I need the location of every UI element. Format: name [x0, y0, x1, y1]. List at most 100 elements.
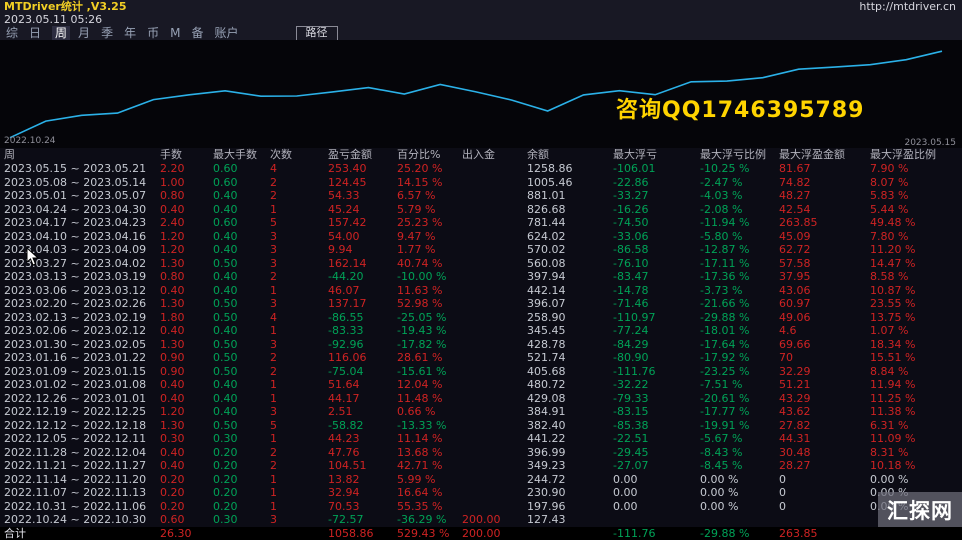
table-row[interactable]: 2022.11.07 ~ 2022.11.130.200.20132.9416.… [0, 486, 962, 500]
menu-item[interactable]: 周 [52, 26, 70, 40]
table-row[interactable]: 2022.10.24 ~ 2022.10.300.600.303-72.57-3… [0, 513, 962, 527]
menu-item[interactable]: M [170, 26, 180, 40]
max-float-profit: 28.27 [779, 459, 870, 473]
pnl: 32.94 [328, 486, 397, 500]
pct: 14.15 % [397, 176, 462, 190]
deposit-withdraw [462, 284, 527, 298]
menu-item[interactable]: 日 [29, 26, 41, 40]
chart-start-date-label: 2022.10.24 [4, 136, 56, 146]
max-lots: 0.20 [213, 500, 270, 514]
max-float-loss: -32.22 [613, 378, 700, 392]
max-float-loss-pct: -4.03 % [700, 189, 779, 203]
week: 2022.12.19 ~ 2022.12.25 [0, 405, 160, 419]
max-float-loss: -33.27 [613, 189, 700, 203]
menu-item[interactable]: 月 [78, 26, 90, 40]
table-row[interactable]: 2023.04.03 ~ 2023.04.091.200.4039.941.77… [0, 243, 962, 257]
pnl: 45.24 [328, 203, 397, 217]
table-row[interactable]: 2022.11.21 ~ 2022.11.270.400.202104.5142… [0, 459, 962, 473]
table-row[interactable]: 2022.12.12 ~ 2022.12.181.300.505-58.82-1… [0, 419, 962, 433]
week: 2022.11.21 ~ 2022.11.27 [0, 459, 160, 473]
max-float-loss: 0.00 [613, 486, 700, 500]
table-row[interactable]: 2022.10.31 ~ 2022.11.060.200.20170.5355.… [0, 500, 962, 514]
week: 2022.11.07 ~ 2022.11.13 [0, 486, 160, 500]
table-row[interactable]: 2022.12.05 ~ 2022.12.110.300.30144.2311.… [0, 432, 962, 446]
table-row[interactable]: 2022.11.28 ~ 2022.12.040.400.20247.7613.… [0, 446, 962, 460]
table-row[interactable]: 2023.05.15 ~ 2023.05.212.200.604253.4025… [0, 162, 962, 176]
max-float-profit: 44.31 [779, 432, 870, 446]
max-float-profit-pct: 11.25 % [870, 392, 962, 406]
max-float-loss-pct: -17.77 % [700, 405, 779, 419]
table-row[interactable]: 2023.03.13 ~ 2023.03.190.800.402-44.20-1… [0, 270, 962, 284]
menu-item[interactable]: 账户 [214, 26, 238, 40]
max-lots: 0.40 [213, 324, 270, 338]
week: 2023.01.30 ~ 2023.02.05 [0, 338, 160, 352]
pct: 13.68 % [397, 446, 462, 460]
table-row[interactable]: 2023.02.06 ~ 2023.02.120.400.401-83.33-1… [0, 324, 962, 338]
table-row[interactable]: 2023.03.27 ~ 2023.04.021.300.503162.1440… [0, 257, 962, 271]
count: 3 [270, 257, 328, 271]
max-float-loss: -80.90 [613, 351, 700, 365]
max-lots: 0.20 [213, 459, 270, 473]
max-float-loss-pct: -11.94 % [700, 216, 779, 230]
table-row[interactable]: 2022.12.26 ~ 2023.01.010.400.40144.1711.… [0, 392, 962, 406]
max-float-profit: 32.29 [779, 365, 870, 379]
max-lots: 0.30 [213, 513, 270, 527]
table-row[interactable]: 2023.01.02 ~ 2023.01.080.400.40151.6412.… [0, 378, 962, 392]
max-lots: 0.60 [213, 176, 270, 190]
count: 4 [270, 311, 328, 325]
table-row[interactable]: 2023.01.09 ~ 2023.01.150.900.502-75.04-1… [0, 365, 962, 379]
max-float-profit-pct: 7.80 % [870, 230, 962, 244]
col-header-count: 次数 [270, 148, 328, 162]
count: 2 [270, 189, 328, 203]
pnl: 116.06 [328, 351, 397, 365]
menu-item[interactable]: 币 [147, 26, 159, 40]
menu-item[interactable]: 年 [124, 26, 136, 40]
week: 2023.05.01 ~ 2023.05.07 [0, 189, 160, 203]
equity-chart[interactable]: 2022.10.24 2023.05.15 咨询QQ1746395789 [0, 40, 962, 148]
lots: 0.80 [160, 270, 213, 284]
pnl: 13.82 [328, 473, 397, 487]
menu-item[interactable]: 备 [191, 26, 203, 40]
max-lots: 0.50 [213, 311, 270, 325]
max-float-profit-pct: 8.31 % [870, 446, 962, 460]
table-row[interactable]: 2022.11.14 ~ 2022.11.200.200.20113.825.9… [0, 473, 962, 487]
deposit-withdraw [462, 176, 527, 190]
max-float-loss-pct: 0.00 % [700, 486, 779, 500]
app-title: MTDriver统计 ,V3.25 [4, 0, 127, 13]
deposit-withdraw [462, 311, 527, 325]
max-float-profit [779, 513, 870, 527]
total-pct: 529.43 % [397, 527, 462, 540]
table-row[interactable]: 2023.03.06 ~ 2023.03.120.400.40146.0711.… [0, 284, 962, 298]
max-float-loss-pct [700, 513, 779, 527]
max-float-loss-pct: -12.87 % [700, 243, 779, 257]
count: 2 [270, 365, 328, 379]
menu-item[interactable]: 季 [101, 26, 113, 40]
table-row[interactable]: 2022.12.19 ~ 2022.12.251.200.4032.510.66… [0, 405, 962, 419]
table-row[interactable]: 2023.05.08 ~ 2023.05.141.000.602124.4514… [0, 176, 962, 190]
table-row[interactable]: 2023.02.20 ~ 2023.02.261.300.503137.1752… [0, 297, 962, 311]
menu-tabs: 综日周月季年币M备账户 [6, 26, 250, 40]
table-row[interactable]: 2023.01.16 ~ 2023.01.220.900.502116.0628… [0, 351, 962, 365]
lots: 0.90 [160, 351, 213, 365]
col-header-max-float-loss: 最大浮亏 [613, 148, 700, 162]
table-row[interactable]: 2023.04.10 ~ 2023.04.161.200.40354.009.4… [0, 230, 962, 244]
max-float-profit: 60.97 [779, 297, 870, 311]
menu-item[interactable]: 综 [6, 26, 18, 40]
max-float-profit: 42.54 [779, 203, 870, 217]
table-row[interactable]: 2023.04.24 ~ 2023.04.300.400.40145.245.7… [0, 203, 962, 217]
count: 3 [270, 405, 328, 419]
table-row[interactable]: 2023.02.13 ~ 2023.02.191.800.504-86.55-2… [0, 311, 962, 325]
max-float-loss-pct: -5.67 % [700, 432, 779, 446]
pnl: -83.33 [328, 324, 397, 338]
table-row[interactable]: 2023.04.17 ~ 2023.04.232.400.605157.4225… [0, 216, 962, 230]
max-float-profit-pct: 11.38 % [870, 405, 962, 419]
table-row[interactable]: 2023.01.30 ~ 2023.02.051.300.503-92.96-1… [0, 338, 962, 352]
max-lots: 0.40 [213, 189, 270, 203]
site-url-link[interactable]: http://mtdriver.cn [859, 0, 956, 13]
max-float-profit: 69.66 [779, 338, 870, 352]
max-lots: 0.20 [213, 486, 270, 500]
max-float-loss: -33.06 [613, 230, 700, 244]
week: 2023.01.16 ~ 2023.01.22 [0, 351, 160, 365]
table-row[interactable]: 2023.05.01 ~ 2023.05.070.800.40254.336.5… [0, 189, 962, 203]
path-button[interactable]: 路径 [296, 26, 338, 41]
